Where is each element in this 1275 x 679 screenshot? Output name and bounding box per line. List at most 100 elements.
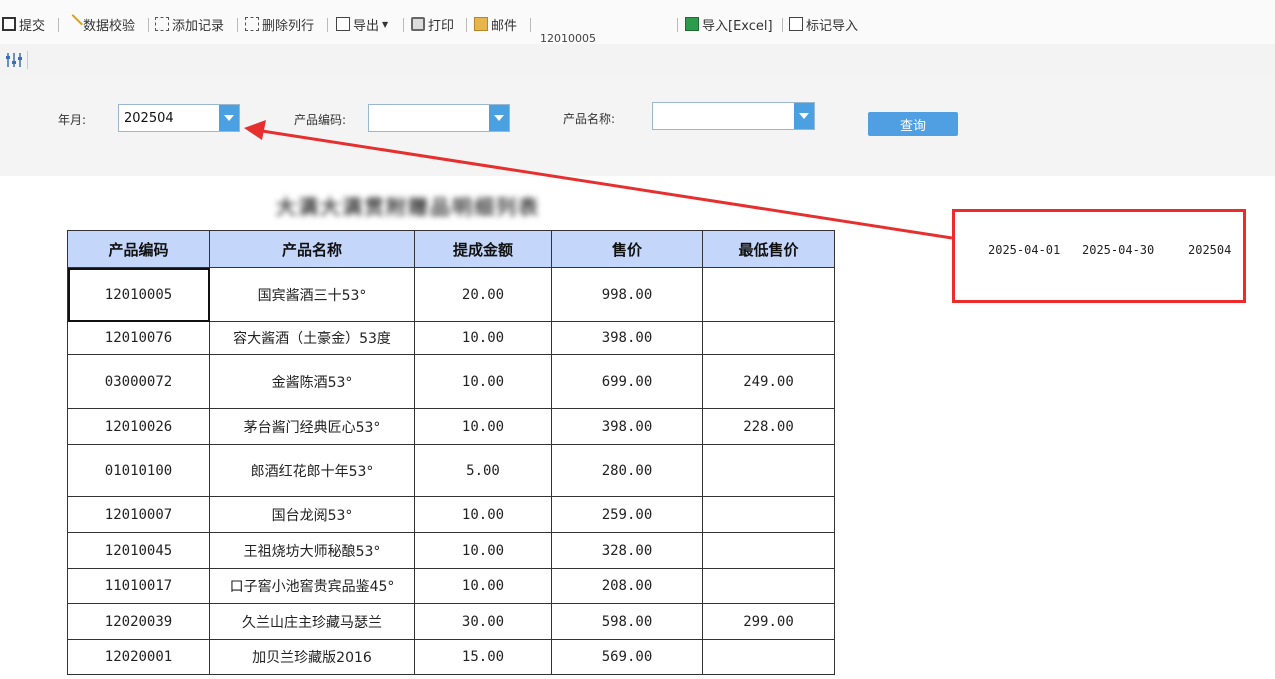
query-button[interactable]: 查询 (868, 112, 958, 136)
dropdown-arrow-icon[interactable] (489, 105, 509, 131)
cell-min-price[interactable] (702, 444, 835, 497)
cell-min-price[interactable] (702, 639, 835, 675)
cell-commission[interactable]: 10.00 (414, 532, 552, 569)
cell-code[interactable]: 12010076 (67, 321, 210, 355)
cell-name[interactable]: 加贝兰珍藏版2016 (209, 639, 415, 675)
toolbar-divider (466, 18, 467, 32)
cell-min-price[interactable] (702, 267, 835, 322)
cell-code[interactable]: 03000072 (67, 354, 210, 409)
toolbar-divider (237, 18, 238, 32)
cell-commission[interactable]: 10.00 (414, 408, 552, 445)
document-icon (789, 17, 803, 31)
callout-period: 202504 (1188, 243, 1232, 257)
mail-button[interactable]: 邮件 (474, 14, 517, 34)
product-code-label: 产品编码: (294, 113, 347, 127)
cell-commission[interactable]: 10.00 (414, 354, 552, 409)
cell-commission[interactable]: 30.00 (414, 603, 552, 640)
toolbar-divider (403, 18, 404, 32)
toolbar-divider (782, 18, 783, 32)
print-button[interactable]: 打印 (411, 14, 454, 34)
callout-end-date: 2025-04-30 (1082, 243, 1155, 257)
year-month-label: 年月: (58, 113, 87, 127)
cell-price[interactable]: 398.00 (551, 321, 703, 355)
cell-commission[interactable]: 20.00 (414, 267, 552, 322)
toolbar-divider (148, 18, 149, 32)
cell-name[interactable]: 王祖烧坊大师秘酿53° (209, 532, 415, 569)
cell-price[interactable]: 328.00 (551, 532, 703, 569)
col-header-name: 产品名称 (209, 230, 415, 268)
cell-code[interactable]: 11010017 (67, 568, 210, 604)
cell-price[interactable]: 280.00 (551, 444, 703, 497)
cell-price[interactable]: 569.00 (551, 639, 703, 675)
delete-row-icon (245, 17, 259, 31)
printer-icon (411, 17, 425, 31)
excel-icon (685, 17, 699, 31)
cell-price[interactable]: 598.00 (551, 603, 703, 640)
col-header-commission: 提成金额 (414, 230, 552, 268)
cell-min-price[interactable] (702, 496, 835, 533)
cell-commission[interactable]: 10.00 (414, 321, 552, 355)
table-row: 12020001 加贝兰珍藏版2016 15.00 569.00 (67, 639, 835, 675)
add-record-button[interactable]: 添加记录 (155, 14, 224, 34)
validate-button[interactable]: 数据校验 (63, 14, 135, 34)
settings-sliders-icon[interactable] (5, 51, 28, 69)
cell-name[interactable]: 国台龙阅53° (209, 496, 415, 533)
year-month-value: 202504 (124, 111, 174, 126)
dropdown-arrow-icon[interactable] (794, 103, 814, 129)
cell-code[interactable]: 12020039 (67, 603, 210, 640)
main-toolbar: 提交 数据校验 添加记录 删除列行 导出 ▼ 打印 邮件 12010005 导入… (0, 0, 1275, 45)
cell-name[interactable]: 久兰山庄主珍藏马瑟兰 (209, 603, 415, 640)
table-row: 12020039 久兰山庄主珍藏马瑟兰 30.00 598.00 299.00 (67, 603, 835, 640)
table-row: 12010005 国宾酱酒三十53° 20.00 998.00 (67, 267, 835, 322)
cell-commission[interactable]: 15.00 (414, 639, 552, 675)
cell-code[interactable]: 12010005 (67, 267, 210, 322)
cell-min-price[interactable] (702, 568, 835, 604)
table-header-row: 产品编码 产品名称 提成金额 售价 最低售价 (67, 230, 835, 268)
cell-name[interactable]: 口子窖小池窖贵宾品鉴45° (209, 568, 415, 604)
year-month-select[interactable]: 202504 (118, 104, 240, 132)
cell-code[interactable]: 12010045 (67, 532, 210, 569)
table-row: 11010017 口子窖小池窖贵宾品鉴45° 10.00 208.00 (67, 568, 835, 604)
cell-commission[interactable]: 10.00 (414, 568, 552, 604)
submit-button[interactable]: 提交 (2, 14, 45, 34)
report-table: 产品编码 产品名称 提成金额 售价 最低售价 12010005 国宾酱酒三十53… (67, 230, 835, 675)
wand-icon (63, 14, 83, 34)
toolbar-divider (677, 18, 678, 32)
product-code-select[interactable] (368, 104, 510, 132)
cell-price[interactable]: 398.00 (551, 408, 703, 445)
cell-name[interactable]: 国宾酱酒三十53° (209, 267, 415, 322)
delete-row-button[interactable]: 删除列行 (245, 14, 314, 34)
cell-commission[interactable]: 5.00 (414, 444, 552, 497)
product-name-label: 产品名称: (563, 112, 616, 126)
cell-code[interactable]: 12010007 (67, 496, 210, 533)
save-icon (2, 17, 16, 31)
chevron-down-icon: ▼ (382, 19, 389, 29)
cell-commission[interactable]: 10.00 (414, 496, 552, 533)
cell-code[interactable]: 12020001 (67, 639, 210, 675)
cell-min-price[interactable]: 249.00 (702, 354, 835, 409)
report-title: 大满大满贯附赠品明细列表 (276, 195, 540, 219)
cell-name[interactable]: 茅台酱门经典匠心53° (209, 408, 415, 445)
cell-min-price[interactable]: 299.00 (702, 603, 835, 640)
cell-code[interactable]: 01010100 (67, 444, 210, 497)
mark-import-button[interactable]: 标记导入 (789, 14, 858, 34)
table-row: 12010026 茅台酱门经典匠心53° 10.00 398.00 228.00 (67, 408, 835, 445)
cell-name[interactable]: 金酱陈酒53° (209, 354, 415, 409)
cell-min-price[interactable] (702, 532, 835, 569)
import-excel-button[interactable]: 导入[Excel] (685, 14, 773, 34)
toolbar-divider (530, 18, 531, 32)
cell-name[interactable]: 郎酒红花郎十年53° (209, 444, 415, 497)
secondary-toolbar (0, 44, 1275, 77)
dropdown-arrow-icon[interactable] (219, 105, 239, 131)
cell-min-price[interactable]: 228.00 (702, 408, 835, 445)
toolbar-divider (58, 18, 59, 32)
cell-price[interactable]: 259.00 (551, 496, 703, 533)
cell-code[interactable]: 12010026 (67, 408, 210, 445)
product-name-select[interactable] (652, 102, 815, 130)
cell-price[interactable]: 208.00 (551, 568, 703, 604)
cell-name[interactable]: 容大酱酒（土豪金）53度 (209, 321, 415, 355)
cell-price[interactable]: 998.00 (551, 267, 703, 322)
export-button[interactable]: 导出 ▼ (336, 14, 388, 34)
cell-price[interactable]: 699.00 (551, 354, 703, 409)
cell-min-price[interactable] (702, 321, 835, 355)
